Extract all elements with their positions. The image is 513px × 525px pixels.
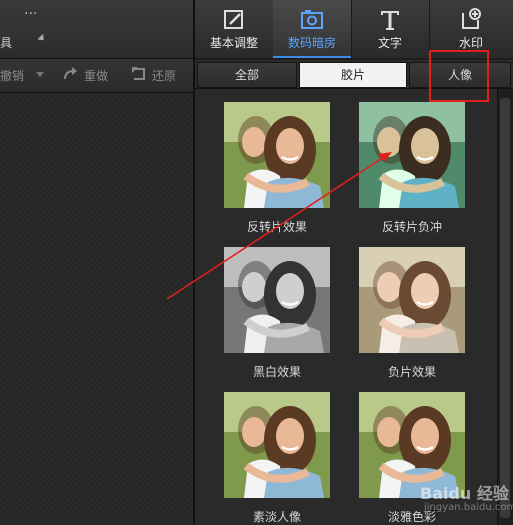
effect-tile[interactable]: 素淡人像 <box>224 392 330 525</box>
effect-tile[interactable]: 反转片负冲 <box>359 102 465 235</box>
effect-preview-image <box>224 392 330 498</box>
redo-button[interactable]: 重做 <box>84 67 108 84</box>
tab-film[interactable]: 胶片 <box>299 62 407 88</box>
effect-label: 负片效果 <box>387 365 436 379</box>
effect-preview-image <box>224 102 330 208</box>
text-icon <box>378 8 402 32</box>
partial-menu-label[interactable]: 具 <box>0 34 12 51</box>
tab-basic-adjust[interactable]: 基本调整 <box>195 0 274 58</box>
tab-all[interactable]: 全部 <box>197 62 297 88</box>
image-canvas[interactable] <box>0 93 193 525</box>
highlight-box <box>429 50 489 102</box>
scrollbar-thumb[interactable] <box>500 98 510 518</box>
more-menu-icon[interactable]: ··· <box>24 6 37 22</box>
tab-label: 水印 <box>458 36 483 50</box>
tab-text[interactable]: 文字 <box>351 0 430 58</box>
effect-preview-image <box>359 102 465 208</box>
left-top-bar: ··· 具 <box>0 0 193 59</box>
restore-icon <box>130 65 148 83</box>
edit-icon <box>222 8 246 32</box>
effect-preview-image <box>359 247 465 353</box>
undo-button[interactable]: 撤销 <box>0 67 24 84</box>
watermark-icon <box>459 8 483 32</box>
dropdown-corner-icon[interactable] <box>37 33 47 44</box>
redo-icon <box>62 65 80 83</box>
tab-label: 基本调整 <box>209 36 258 50</box>
effect-tile[interactable]: 反转片效果 <box>224 102 330 235</box>
tab-digital-darkroom[interactable]: 数码暗房 <box>273 0 352 58</box>
tab-label: 文字 <box>377 36 402 50</box>
effect-preview-image <box>224 247 330 353</box>
effect-tile[interactable]: 负片效果 <box>359 247 465 380</box>
edit-toolbar: 撤销 重做 还原 <box>0 59 193 93</box>
baidu-watermark: Baidu 经验 <box>420 484 509 503</box>
camera-icon <box>300 8 324 32</box>
tab-label: 数码暗房 <box>287 36 336 50</box>
watermark-url: jingyan.baidu.com <box>424 502 513 513</box>
effect-label: 反转片效果 <box>246 220 307 234</box>
effect-label: 素淡人像 <box>252 510 301 524</box>
effect-label: 黑白效果 <box>252 365 301 379</box>
undo-dropdown-icon[interactable] <box>36 72 44 77</box>
effect-label: 反转片负冲 <box>381 220 442 234</box>
effect-tile[interactable]: 黑白效果 <box>224 247 330 380</box>
restore-button[interactable]: 还原 <box>152 67 176 84</box>
